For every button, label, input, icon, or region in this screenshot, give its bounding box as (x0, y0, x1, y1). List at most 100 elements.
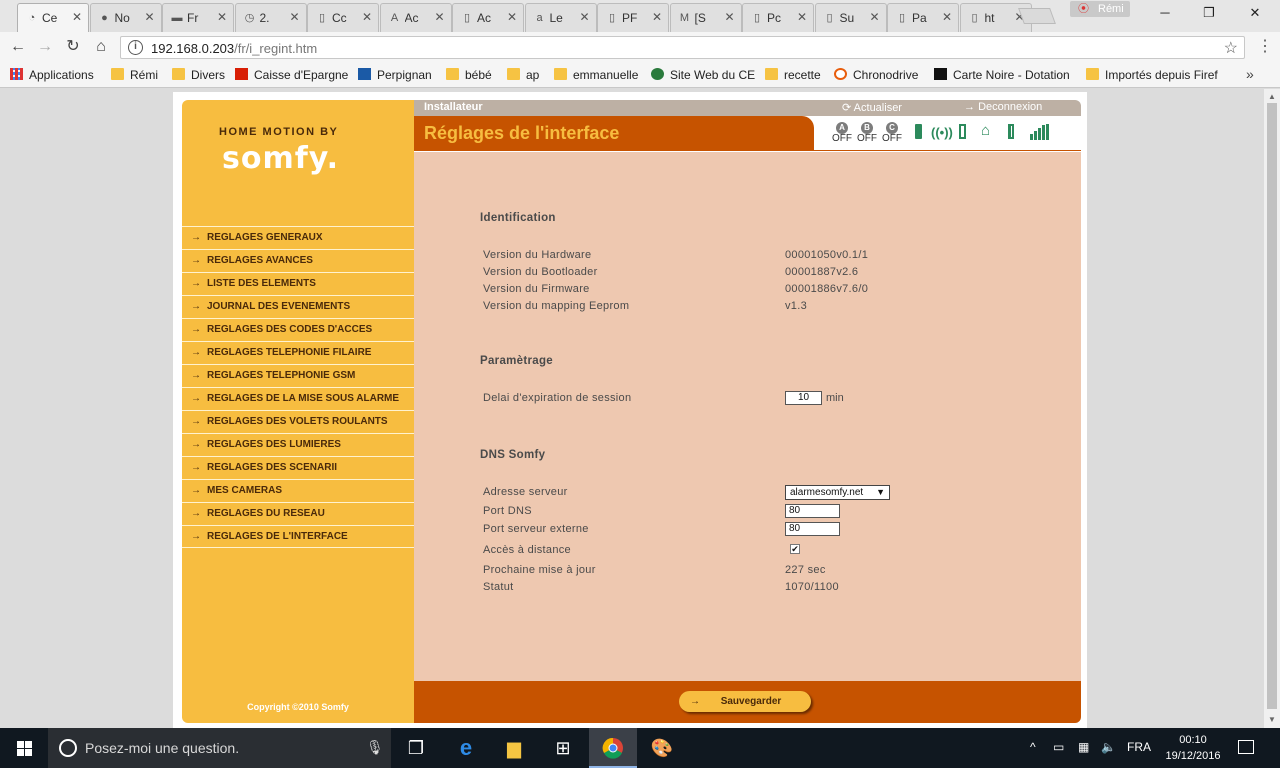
close-tab-icon[interactable]: ✕ (217, 10, 227, 24)
bookmark-item[interactable]: recette (765, 67, 821, 83)
parametrage-heading: Paramètrage (480, 355, 553, 367)
menu-item[interactable]: → REGLAGES AVANCES (182, 249, 414, 272)
browser-tab[interactable]: a Le ✕ (524, 3, 597, 32)
menu-item[interactable]: → REGLAGES DES LUMIERES (182, 433, 414, 456)
scroll-up-icon[interactable]: ▲ (1264, 92, 1280, 101)
browser-tab[interactable]: ▯ Pa ✕ (887, 3, 959, 32)
tray-overflow-icon[interactable]: ^ (1030, 740, 1036, 754)
save-button[interactable]: → Sauvegarder (679, 691, 811, 712)
address-bar[interactable]: i 192.168.0.203/fr/i_regint.htm ☆ (120, 36, 1245, 59)
paint-icon[interactable]: 🎨 (638, 728, 686, 768)
close-tab-icon[interactable]: ✕ (797, 10, 807, 24)
port-dns-input[interactable]: 80 (785, 504, 840, 518)
menu-item[interactable]: → REGLAGES TELEPHONIE GSM (182, 364, 414, 387)
browser-tab[interactable]: A Ac ✕ (379, 3, 452, 32)
remote-access-checkbox[interactable]: ✔ (790, 544, 800, 554)
bookmark-item[interactable]: Caisse d'Epargne (235, 67, 348, 83)
reload-button[interactable]: ↻ (63, 37, 83, 57)
more-bookmarks-icon[interactable]: » (1246, 66, 1254, 82)
menu-item[interactable]: → JOURNAL DES EVENEMENTS (182, 295, 414, 318)
close-tab-icon[interactable]: ✕ (362, 10, 372, 24)
close-tab-icon[interactable]: ✕ (144, 10, 154, 24)
menu-item[interactable]: → REGLAGES DU RESEAU (182, 502, 414, 525)
store-icon[interactable]: ⊞ (539, 728, 587, 768)
language-indicator[interactable]: FRA (1127, 740, 1151, 754)
bookmark-item[interactable]: Divers (172, 67, 225, 83)
browser-tab[interactable]: ▯ PF ✕ (597, 3, 669, 32)
home-button[interactable]: ⌂ (91, 37, 111, 57)
menu-item[interactable]: → REGLAGES DE LA MISE SOUS ALARME (182, 387, 414, 410)
file-explorer-icon[interactable]: ▆ (490, 728, 538, 768)
bookmark-item[interactable]: Applications (10, 67, 94, 83)
bookmark-item[interactable]: ap (507, 67, 539, 83)
bookmark-item[interactable]: Chronodrive (834, 67, 918, 83)
bookmark-item[interactable]: bébé (446, 67, 492, 83)
menu-item[interactable]: → REGLAGES DES CODES D'ACCES (182, 318, 414, 341)
scrollbar-thumb[interactable] (1267, 103, 1277, 709)
network-icon[interactable]: ▦ (1078, 740, 1089, 754)
browser-tab[interactable]: ▯ Su ✕ (814, 3, 887, 32)
browser-tab[interactable]: ● No ✕ (89, 3, 162, 32)
bookmark-item[interactable]: emmanuelle (554, 67, 638, 83)
close-tab-icon[interactable]: ✕ (507, 10, 517, 24)
back-button[interactable]: ← (8, 37, 28, 57)
close-tab-icon[interactable]: ✕ (434, 10, 444, 24)
browser-tab[interactable]: ▯ Cc ✕ (307, 3, 379, 32)
port-external-input[interactable]: 80 (785, 522, 840, 536)
bookmark-star-icon[interactable]: ☆ (1224, 38, 1238, 58)
browser-tab[interactable]: ▯ Pc ✕ (742, 3, 814, 32)
browser-tab[interactable]: ▬ Fr ✕ (162, 3, 234, 32)
microphone-icon[interactable]: 🎙 (366, 739, 384, 756)
menu-item[interactable]: → LISTE DES ELEMENTS (182, 272, 414, 295)
browser-toolbar: ← → ↻ ⌂ i 192.168.0.203/fr/i_regint.htm … (0, 32, 1280, 62)
close-tab-icon[interactable]: ✕ (724, 10, 734, 24)
menu-item[interactable]: → REGLAGES DES SCENARII (182, 456, 414, 479)
close-tab-icon[interactable]: ✕ (289, 10, 299, 24)
start-button[interactable] (0, 728, 48, 768)
menu-item[interactable]: → REGLAGES TELEPHONIE FILAIRE (182, 341, 414, 364)
bookmark-item[interactable]: Carte Noire - Dotation (934, 67, 1070, 83)
browser-tab[interactable]: ◷ 2. ✕ (234, 3, 307, 32)
menu-item[interactable]: → REGLAGES GENERAUX (182, 226, 414, 249)
task-view-icon[interactable]: ❐ (392, 728, 440, 768)
scroll-down-icon[interactable]: ▼ (1264, 715, 1280, 724)
menu-item[interactable]: → MES CAMERAS (182, 479, 414, 502)
bookmark-item[interactable]: Rémi (111, 67, 158, 83)
browser-tab[interactable]: ▯ Ac ✕ (452, 3, 524, 32)
refresh-link[interactable]: ⟳ Actualiser (842, 101, 902, 114)
arrow-right-icon: → (191, 393, 201, 404)
maximize-button[interactable]: ❐ (1194, 4, 1224, 22)
new-tab-button[interactable] (1018, 8, 1056, 24)
close-tab-icon[interactable]: ✕ (652, 10, 662, 24)
browser-tab[interactable]: ◔ Ce ✕ (17, 3, 89, 32)
menu-item[interactable]: → REGLAGES DE L'INTERFACE (182, 525, 414, 548)
bookmark-item[interactable]: Importés depuis Firef (1086, 67, 1218, 83)
session-timeout-input[interactable]: 10 (785, 391, 822, 405)
minimize-button[interactable]: ─ (1150, 4, 1180, 22)
bookmark-item[interactable]: Site Web du CE (651, 67, 755, 83)
close-tab-icon[interactable]: ✕ (72, 10, 82, 24)
chrome-menu-icon[interactable]: ⋮ (1257, 37, 1273, 57)
browser-tab[interactable]: M [S ✕ (669, 3, 742, 32)
system-clock[interactable]: 00:10 19/12/2016 (1160, 732, 1226, 764)
vertical-scrollbar[interactable]: ▲ ▼ (1264, 89, 1280, 728)
close-tab-icon[interactable]: ✕ (579, 10, 589, 24)
close-tab-icon[interactable]: ✕ (869, 10, 879, 24)
server-address-select[interactable]: alarmesomfy.net ▼ (785, 485, 890, 500)
action-center-icon[interactable] (1238, 740, 1254, 754)
edge-icon[interactable]: e (442, 728, 490, 768)
url-text[interactable]: 192.168.0.203/fr/i_regint.htm (151, 41, 317, 56)
volume-icon[interactable]: 🔈 (1101, 740, 1116, 754)
bookmark-item[interactable]: Perpignan (358, 67, 432, 83)
logout-link[interactable]: → Deconnexion (964, 101, 1042, 113)
info-icon[interactable]: i (128, 40, 143, 55)
forward-button[interactable]: → (35, 37, 55, 57)
profile-button[interactable]: ⦿ Rémi (1070, 1, 1130, 17)
cortana-search[interactable]: Posez-moi une question. 🎙 (48, 728, 391, 768)
menu-item[interactable]: → REGLAGES DES VOLETS ROULANTS (182, 410, 414, 433)
chrome-taskbar-icon[interactable] (589, 728, 637, 768)
close-window-button[interactable]: ✕ (1240, 4, 1270, 22)
battery-tray-icon[interactable]: ▭ (1053, 740, 1064, 754)
yellow-circle-icon: ● (101, 12, 108, 24)
close-tab-icon[interactable]: ✕ (942, 10, 952, 24)
